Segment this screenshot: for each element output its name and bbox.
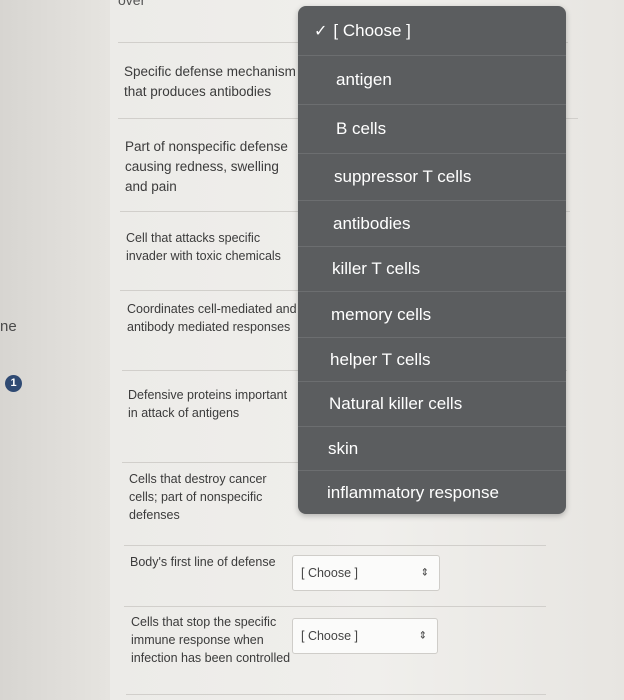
answer-select-value: [ Choose ] [301,629,358,643]
answer-select[interactable]: [ Choose ] ⇕ [292,555,440,591]
dropdown-option-antibodies[interactable]: antibodies [298,201,566,247]
dropdown-option-memory-cells[interactable]: memory cells [298,292,566,338]
dropdown-option-label: skin [328,438,359,458]
question-label: Specific defense mechanism that produces… [124,64,296,99]
question-label: Cell that attacks specific invader with … [126,231,281,263]
dropdown-option-natural-killer-cells[interactable]: Natural killer cells [298,382,566,427]
select-arrows-icon: ⇕ [418,630,427,642]
dropdown-option-killer-t-cells[interactable]: killer T cells [298,247,566,292]
dropdown-option-antigen[interactable]: antigen [298,56,566,105]
dropdown-option-label: Natural killer cells [329,394,463,413]
row-divider [124,545,546,546]
row-divider [124,606,546,607]
row-divider [126,694,546,695]
dropdown-option-label: inflammatory response [327,482,499,502]
left-margin [0,0,110,700]
dropdown-option-label: [ Choose ] [333,20,411,40]
dropdown-option-choose[interactable]: ✓ [ Choose ] [298,6,566,56]
answer-select[interactable]: [ Choose ] ⇕ [292,618,438,654]
question-label: Cells that stop the specific immune resp… [131,615,291,665]
dropdown-option-suppressor-t-cells[interactable]: suppressor T cells [298,154,566,201]
question-number-badge: 1 [5,375,22,392]
side-fragment-text: ne [0,318,17,335]
dropdown-option-label: antibodies [333,213,411,233]
dropdown-option-helper-t-cells[interactable]: helper T cells [298,338,566,382]
question-label: Part of nonspecific defense causing redn… [125,139,288,194]
dropdown-option-label: antigen [336,70,392,89]
dropdown-option-b-cells[interactable]: B cells [298,105,566,154]
question-label: Defensive proteins important in attack o… [128,388,288,420]
question-fragment-top: over [118,0,146,8]
question-label: Body's first line of defense [130,555,276,569]
answer-select-value: [ Choose ] [301,566,358,580]
check-icon: ✓ [314,22,328,40]
dropdown-option-inflammatory-response[interactable]: inflammatory response [298,471,566,514]
question-label: Coordinates cell-mediated and antibody m… [127,302,297,334]
dropdown-option-label: suppressor T cells [334,167,472,186]
select-arrows-icon: ⇕ [420,567,429,579]
question-label: Cells that destroy cancer cells; part of… [129,472,267,522]
dropdown-option-label: helper T cells [330,349,431,369]
dropdown-option-label: memory cells [331,304,432,324]
dropdown-option-skin[interactable]: skin [298,427,566,471]
quiz-page: ne 1 over Specific defense mechanism tha… [0,0,624,700]
answer-dropdown-menu[interactable]: ✓ [ Choose ] antigen B cells suppressor … [298,6,566,514]
dropdown-option-label: killer T cells [332,259,421,278]
dropdown-option-label: B cells [336,119,387,138]
